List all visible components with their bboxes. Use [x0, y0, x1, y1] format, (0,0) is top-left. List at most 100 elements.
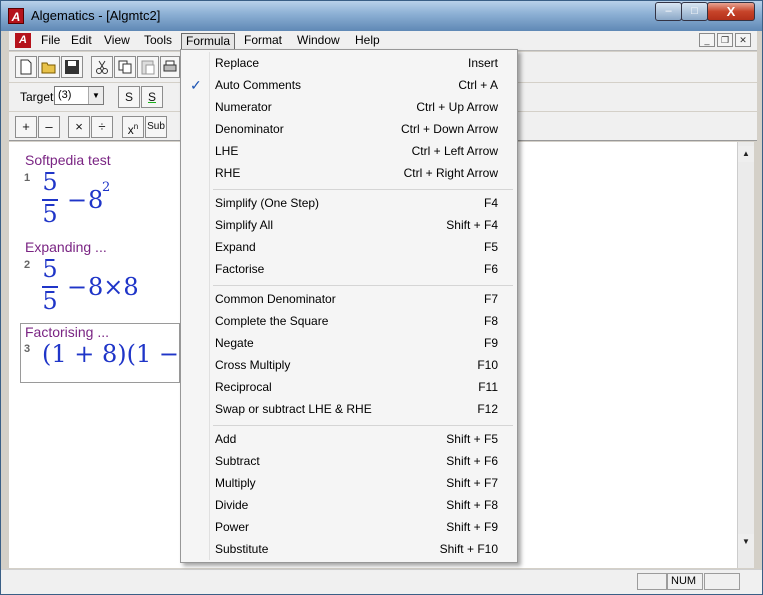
- menu-item-label: Simplify (One Step): [215, 196, 320, 210]
- menu-view[interactable]: View: [100, 33, 134, 50]
- maximize-button[interactable]: □: [681, 2, 708, 21]
- close-button[interactable]: X: [707, 2, 755, 21]
- menu-format[interactable]: Format: [240, 33, 286, 50]
- menu-item-label: Factorise: [215, 262, 265, 276]
- menu-item-reciprocal[interactable]: Reciprocal F11: [183, 376, 515, 398]
- menu-item-label: Numerator: [215, 100, 272, 114]
- document-icon[interactable]: A: [15, 33, 31, 48]
- target-select[interactable]: (3) ▼: [54, 86, 104, 105]
- operator-minus[interactable]: −: [67, 186, 87, 214]
- menu-item-rhe[interactable]: RHE Ctrl + Right Arrow: [183, 162, 515, 184]
- menu-item-expand[interactable]: Expand F5: [183, 236, 515, 258]
- menu-separator: [213, 285, 513, 286]
- block-number-3: 3: [24, 343, 31, 355]
- menu-edit[interactable]: Edit: [67, 33, 96, 50]
- power-exponent[interactable]: 2: [102, 180, 110, 195]
- menu-item-shortcut: Shift + F4: [446, 218, 498, 232]
- menu-item-substitute[interactable]: Substitute Shift + F10: [183, 538, 515, 560]
- cut-button[interactable]: [91, 56, 113, 78]
- mdi-minimize-button[interactable]: _: [699, 33, 715, 47]
- operator-minus[interactable]: −: [67, 273, 87, 301]
- fraction-numerator[interactable]: 5: [41, 255, 59, 283]
- folder-open-icon: [41, 62, 56, 74]
- menu-item-label: Multiply: [215, 476, 256, 490]
- power-button[interactable]: xn: [122, 116, 144, 138]
- power-base[interactable]: 8: [88, 186, 103, 214]
- open-file-button[interactable]: [38, 56, 60, 78]
- vertical-scrollbar[interactable]: ▲ ▼: [737, 142, 754, 568]
- comment-expanding[interactable]: Expanding ...: [25, 239, 107, 255]
- save-icon: [65, 60, 79, 74]
- title-bar[interactable]: A Algematics - [Algmtc2] – □ X: [1, 1, 762, 31]
- scroll-down-icon[interactable]: ▼: [738, 534, 754, 550]
- block-number-2: 2: [24, 259, 31, 271]
- app-logo-icon[interactable]: A: [8, 8, 24, 24]
- menu-item-shortcut: F4: [483, 196, 498, 210]
- comment-factorising[interactable]: Factorising ...: [25, 324, 109, 340]
- menu-item-denominator[interactable]: Denominator Ctrl + Down Arrow: [183, 118, 515, 140]
- status-pane-scroll: [704, 573, 740, 590]
- divide-button[interactable]: ÷: [91, 116, 113, 138]
- menu-formula[interactable]: Formula: [181, 33, 236, 50]
- fraction-denominator[interactable]: 5: [41, 287, 59, 315]
- factored-expression[interactable]: (1 + 8)(1 − 8: [42, 340, 202, 368]
- chevron-down-icon[interactable]: ▼: [88, 87, 103, 104]
- menu-tools[interactable]: Tools: [140, 33, 176, 50]
- times-button[interactable]: ×: [68, 116, 90, 138]
- power-sup: n: [133, 122, 139, 131]
- menu-item-power[interactable]: Power Shift + F9: [183, 516, 515, 538]
- fraction-denominator[interactable]: 5: [41, 200, 59, 228]
- new-file-icon: [20, 59, 32, 75]
- menu-item-factorise[interactable]: Factorise F6: [183, 258, 515, 280]
- menu-item-divide[interactable]: Divide Shift + F8: [183, 494, 515, 516]
- menu-item-shortcut: Ctrl + Down Arrow: [400, 122, 498, 136]
- menu-item-shortcut: Shift + F7: [446, 476, 498, 490]
- plus-button[interactable]: +: [15, 116, 37, 138]
- menu-window[interactable]: Window: [293, 33, 344, 50]
- new-file-button[interactable]: [15, 56, 37, 78]
- mdi-close-button[interactable]: ✕: [735, 33, 751, 47]
- minus-button[interactable]: –: [38, 116, 60, 138]
- mdi-restore-button[interactable]: ❐: [717, 33, 733, 47]
- status-pane-empty: [637, 573, 667, 590]
- menu-item-numerator[interactable]: Numerator Ctrl + Up Arrow: [183, 96, 515, 118]
- menu-item-label: Common Denominator: [215, 292, 336, 306]
- menu-help[interactable]: Help: [351, 33, 384, 50]
- selected-block[interactable]: Factorising ... 3 (1 + 8)(1 − 8: [20, 323, 202, 383]
- menu-item-lhe[interactable]: LHE Ctrl + Left Arrow: [183, 140, 515, 162]
- menu-file[interactable]: File: [37, 33, 64, 50]
- print-button[interactable]: [160, 56, 180, 78]
- menu-item-swap-lhe-rhe[interactable]: Swap or subtract LHE & RHE F12: [183, 398, 515, 420]
- menu-item-shortcut: Ctrl + Up Arrow: [416, 100, 498, 114]
- menu-item-cross-multiply[interactable]: Cross Multiply F10: [183, 354, 515, 376]
- menu-item-label: Auto Comments: [215, 78, 302, 92]
- menu-item-shortcut: Shift + F10: [439, 542, 498, 556]
- product-term[interactable]: 8×8: [88, 273, 139, 301]
- menu-item-replace[interactable]: Replace Insert: [183, 52, 515, 74]
- menu-item-multiply[interactable]: Multiply Shift + F7: [183, 472, 515, 494]
- menu-item-simplify-one-step[interactable]: Simplify (One Step) F4: [183, 192, 515, 214]
- menu-item-label: Substitute: [215, 542, 269, 556]
- menu-item-label: Replace: [215, 56, 260, 70]
- menu-item-negate[interactable]: Negate F9: [183, 332, 515, 354]
- minimize-button[interactable]: –: [655, 2, 682, 21]
- menu-item-label: Swap or subtract LHE & RHE: [215, 402, 372, 416]
- comment-softpedia-test[interactable]: Softpedia test: [25, 152, 111, 168]
- style-s-underline-button[interactable]: S: [141, 86, 163, 108]
- paste-button[interactable]: [137, 56, 159, 78]
- menu-item-label: Add: [215, 432, 237, 446]
- scissors-icon: [96, 60, 108, 74]
- substitute-button[interactable]: Sub: [145, 116, 167, 138]
- menu-item-common-denominator[interactable]: Common Denominator F7: [183, 288, 515, 310]
- save-button[interactable]: [61, 56, 83, 78]
- menu-item-simplify-all[interactable]: Simplify All Shift + F4: [183, 214, 515, 236]
- menu-item-label: Denominator: [215, 122, 284, 136]
- menu-item-subtract[interactable]: Subtract Shift + F6: [183, 450, 515, 472]
- copy-button[interactable]: [114, 56, 136, 78]
- fraction-numerator[interactable]: 5: [41, 168, 59, 196]
- style-s-button[interactable]: S: [118, 86, 140, 108]
- scroll-up-icon[interactable]: ▲: [738, 146, 754, 162]
- menu-item-auto-comments[interactable]: ✓ Auto Comments Ctrl + A: [183, 74, 515, 96]
- menu-item-complete-the-square[interactable]: Complete the Square F8: [183, 310, 515, 332]
- menu-item-add[interactable]: Add Shift + F5: [183, 428, 515, 450]
